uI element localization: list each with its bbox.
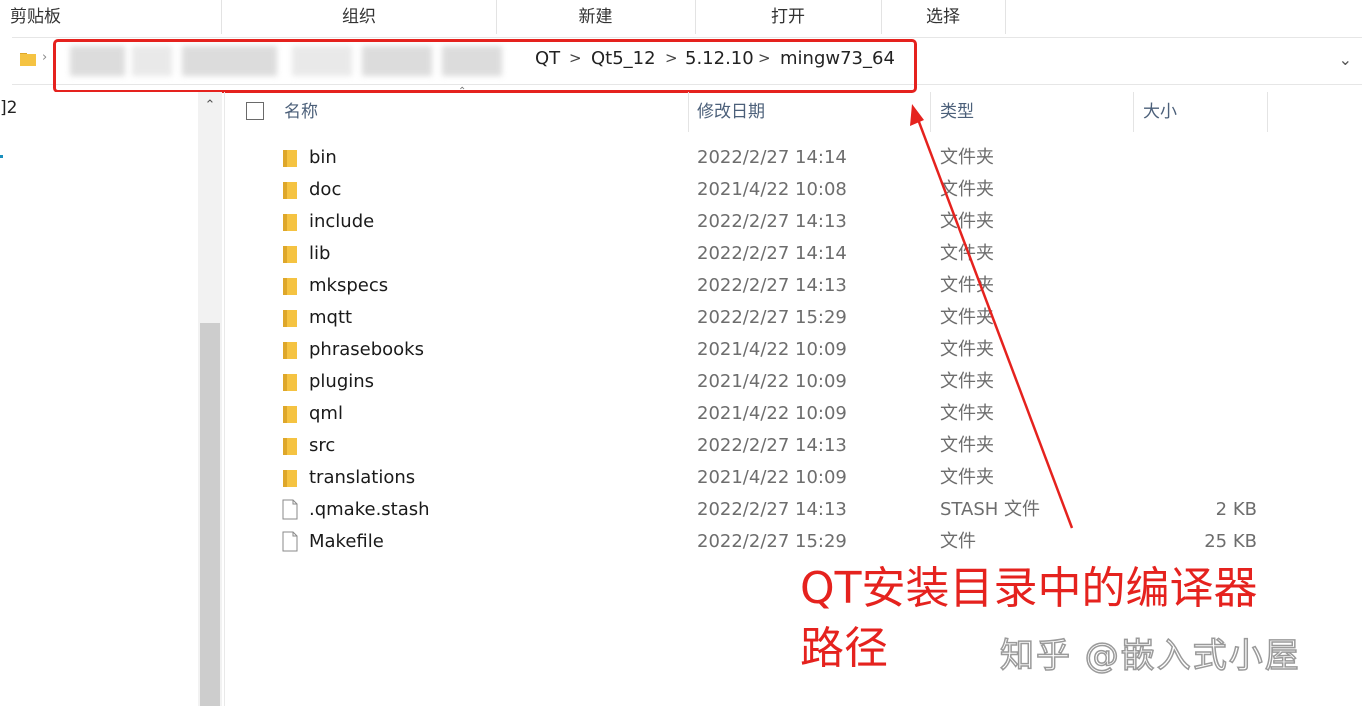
annotation-text-line2: 路径 — [800, 623, 888, 674]
annotation-text-line1: QT安装目录中的编译器 — [800, 563, 1258, 614]
watermark: 知乎 @嵌入式小屋 — [999, 635, 1301, 677]
